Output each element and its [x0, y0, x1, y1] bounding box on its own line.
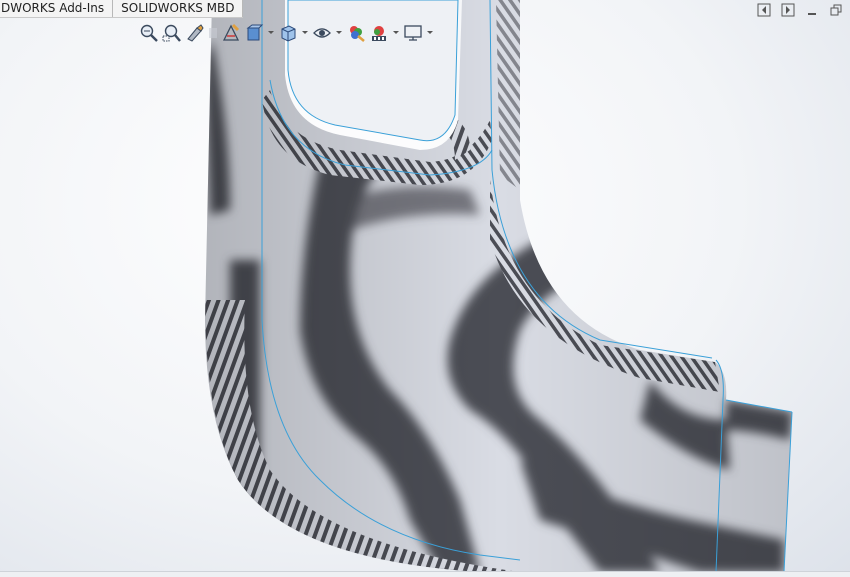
hide-show-dropdown-icon[interactable]: [334, 21, 344, 45]
section-view-icon[interactable]: [207, 21, 219, 45]
zoom-to-area-icon[interactable]: [161, 21, 183, 45]
zebra-stripes-model-view[interactable]: [0, 0, 850, 577]
view-settings-icon[interactable]: [402, 21, 424, 45]
view-orientation-icon[interactable]: [243, 21, 265, 45]
tab-solidworks-add-ins[interactable]: DWORKS Add-Ins: [0, 0, 114, 17]
previous-window-icon[interactable]: [756, 2, 772, 18]
dynamic-annotation-views-icon[interactable]: [220, 21, 242, 45]
hide-show-items-icon[interactable]: [311, 21, 333, 45]
minimize-icon[interactable]: [804, 2, 820, 18]
window-controls: [756, 2, 844, 18]
display-style-icon[interactable]: [277, 21, 299, 45]
apply-scene-icon[interactable]: [368, 21, 390, 45]
graphics-area[interactable]: [0, 0, 850, 577]
edit-appearance-icon[interactable]: [345, 21, 367, 45]
restore-icon[interactable]: [828, 2, 844, 18]
view-settings-dropdown-icon[interactable]: [425, 21, 435, 45]
display-style-dropdown-icon[interactable]: [300, 21, 310, 45]
previous-view-icon[interactable]: [184, 21, 206, 45]
next-window-icon[interactable]: [780, 2, 796, 18]
command-manager-tabs: DWORKS Add-Ins SOLIDWORKS MBD: [0, 0, 244, 18]
zoom-to-fit-icon[interactable]: [138, 21, 160, 45]
viewport-bottom-border: [0, 571, 850, 577]
heads-up-view-toolbar: [138, 18, 435, 48]
tab-solidworks-mbd[interactable]: SOLIDWORKS MBD: [113, 0, 244, 17]
view-orientation-dropdown-icon[interactable]: [266, 21, 276, 45]
apply-scene-dropdown-icon[interactable]: [391, 21, 401, 45]
